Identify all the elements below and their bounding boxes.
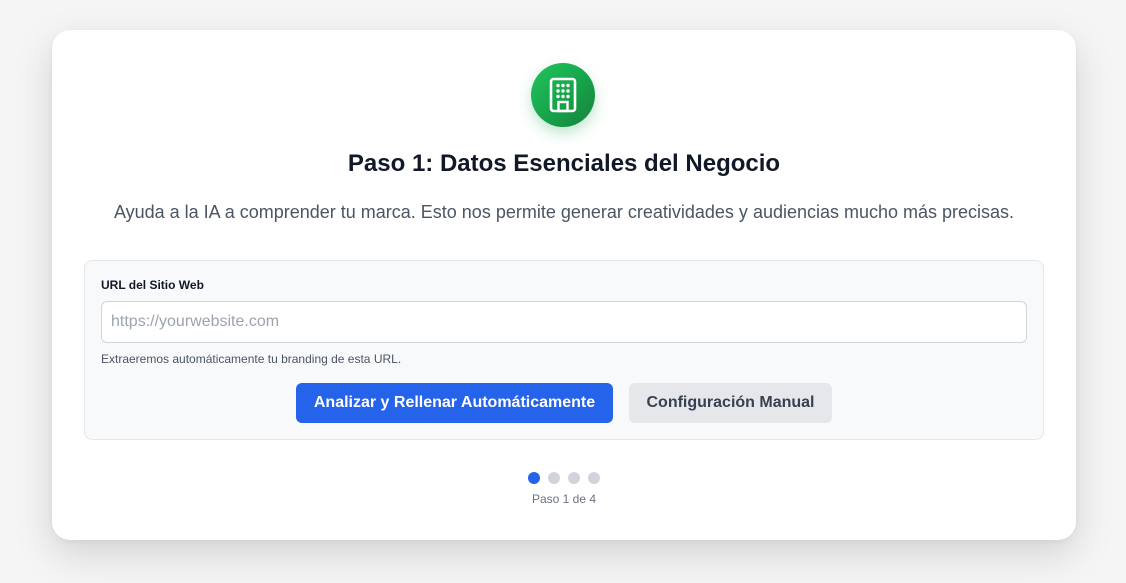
page-title: Paso 1: Datos Esenciales del Negocio bbox=[347, 150, 781, 177]
step-dot-2 bbox=[548, 472, 560, 484]
building-icon-badge bbox=[531, 63, 595, 127]
website-form-panel: URL del Sitio Web Extraeremos automática… bbox=[84, 260, 1044, 440]
manual-config-button[interactable]: Configuración Manual bbox=[629, 383, 832, 423]
url-helper-text: Extraeremos automáticamente tu branding … bbox=[101, 352, 402, 366]
url-field-label: URL del Sitio Web bbox=[101, 278, 204, 292]
website-url-input[interactable] bbox=[101, 301, 1027, 343]
building-icon bbox=[549, 77, 577, 113]
step-dot-1 bbox=[528, 472, 540, 484]
step-counter-label: Paso 1 de 4 bbox=[531, 492, 597, 506]
page-subtitle: Ayuda a la IA a comprender tu marca. Est… bbox=[113, 202, 1015, 222]
step-dot-4 bbox=[588, 472, 600, 484]
onboarding-card: Paso 1: Datos Esenciales del Negocio Ayu… bbox=[52, 30, 1076, 540]
step-indicator bbox=[528, 472, 608, 484]
analyze-autofill-button[interactable]: Analizar y Rellenar Automáticamente bbox=[296, 383, 613, 423]
step-dot-3 bbox=[568, 472, 580, 484]
